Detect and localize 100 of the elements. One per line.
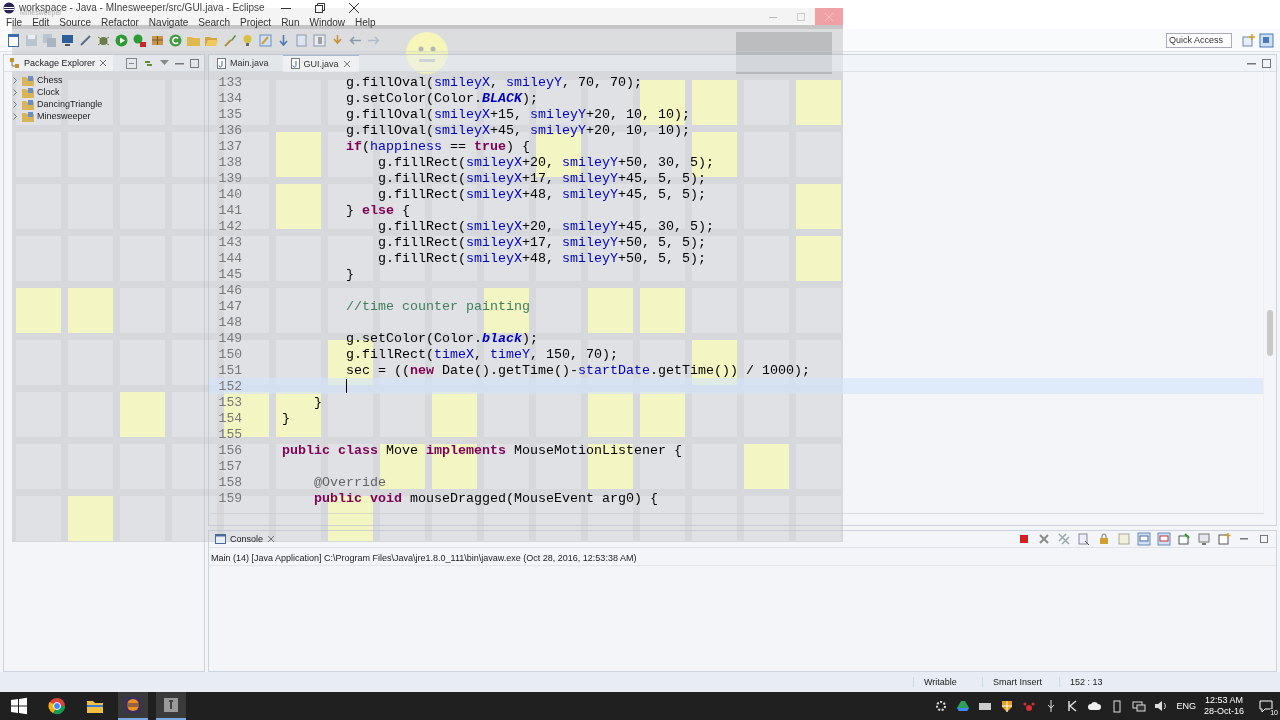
line-number: 148	[217, 314, 243, 330]
board-cell[interactable]	[796, 496, 841, 541]
board-cell[interactable]	[172, 236, 217, 281]
gear-icon[interactable]	[934, 699, 949, 713]
menu-item[interactable]: Source	[55, 16, 98, 28]
collapse-all-icon[interactable]	[126, 57, 137, 69]
package-explorer-tab[interactable]: Package Explorer	[4, 55, 114, 71]
pen-icon[interactable]	[78, 32, 93, 48]
board-cell[interactable]	[68, 496, 113, 541]
console-icon	[215, 534, 226, 544]
board-cell[interactable]	[692, 80, 737, 125]
menu-item[interactable]: Refactor	[97, 16, 145, 28]
menu-item[interactable]: File	[2, 16, 29, 28]
new-file-icon[interactable]	[6, 32, 21, 48]
view-menu-icon[interactable]	[160, 60, 169, 66]
board-cell[interactable]	[172, 340, 217, 385]
java-app-button[interactable]	[156, 692, 186, 720]
quick-access-field[interactable]: Quick Access	[1166, 32, 1232, 48]
board-cell[interactable]	[172, 132, 217, 177]
remove-icon[interactable]	[1037, 532, 1051, 546]
board-cell[interactable]	[172, 444, 217, 489]
brush-icon[interactable]	[222, 32, 237, 48]
menu-item[interactable]: Search	[194, 16, 236, 28]
arrow-down-icon[interactable]	[276, 32, 291, 48]
board-cell[interactable]	[588, 392, 633, 437]
stop-icon[interactable]	[1017, 532, 1031, 546]
console-tab[interactable]: Console	[209, 531, 282, 547]
speaker-icon[interactable]	[1154, 699, 1169, 713]
board-cell[interactable]	[16, 288, 61, 333]
scrollbar-thumb[interactable]	[1267, 310, 1273, 356]
close-icon[interactable]	[267, 535, 276, 543]
pin-console-icon[interactable]	[1177, 532, 1191, 546]
board-cell[interactable]	[120, 392, 165, 437]
menu-item[interactable]: Project	[236, 16, 278, 28]
monitor-icon[interactable]	[60, 32, 75, 48]
run-icon[interactable]	[114, 32, 129, 48]
paragraph-icon[interactable]	[312, 32, 327, 48]
board-cell[interactable]	[16, 496, 61, 541]
board-cell[interactable]	[328, 392, 373, 437]
clock-date[interactable]: 28-Oct-16	[1203, 706, 1244, 717]
board-cell[interactable]	[744, 496, 789, 541]
tree-item[interactable]: Chess	[4, 74, 204, 86]
eclipse-button[interactable]	[118, 692, 148, 720]
highlight-icon[interactable]	[258, 32, 273, 48]
tab-label: Main.java	[230, 58, 269, 68]
show-output-icon[interactable]	[1137, 532, 1151, 546]
cloud-icon[interactable]	[1088, 699, 1103, 713]
code-line: g.fillRect(smileyX+20, smileyY+45, 30, 5);	[376, 218, 714, 234]
board-cell[interactable]	[172, 80, 217, 125]
shield-icon[interactable]	[1000, 699, 1015, 713]
menu-item[interactable]: Window	[305, 16, 352, 28]
clear-console-icon[interactable]	[1077, 532, 1091, 546]
maximize-icon[interactable]	[1257, 532, 1271, 546]
board-cell[interactable]	[276, 184, 321, 229]
editor-tab[interactable]: Main.java	[209, 55, 277, 71]
board-cell[interactable]	[276, 392, 321, 437]
show-error-icon[interactable]	[1157, 532, 1171, 546]
display-console-icon[interactable]	[1197, 532, 1211, 546]
menu-item[interactable]: Navigate	[144, 16, 195, 28]
board-cell[interactable]	[692, 496, 737, 541]
close-icon[interactable]	[342, 59, 351, 68]
lock-icon[interactable]	[1097, 532, 1111, 546]
board-cell[interactable]	[796, 80, 841, 125]
board-cell[interactable]	[172, 496, 217, 541]
board-cell[interactable]	[796, 184, 841, 229]
board-cell[interactable]	[276, 132, 321, 177]
menu-item[interactable]: Edit	[28, 16, 56, 28]
board-cell[interactable]	[640, 392, 685, 437]
maximize-icon[interactable]	[190, 58, 199, 68]
tree-item[interactable]: Clock	[4, 86, 204, 98]
maximize-icon[interactable]	[1262, 58, 1271, 68]
java-perspective-icon[interactable]	[1259, 32, 1274, 48]
line-number: 144	[217, 250, 243, 266]
remove-all-icon[interactable]	[1057, 532, 1071, 546]
open-perspective-icon[interactable]	[1241, 32, 1256, 48]
tree-item[interactable]: Minesweeper	[4, 110, 204, 122]
menu-item[interactable]: Run	[277, 16, 306, 28]
project-folder-icon	[22, 110, 34, 122]
board-cell[interactable]	[640, 288, 685, 333]
editor-tab[interactable]: GUI.java	[282, 54, 359, 72]
class-icon[interactable]	[168, 32, 183, 48]
clock-time[interactable]: 12:53 AM	[1204, 695, 1243, 706]
network-icon[interactable]	[1132, 699, 1147, 713]
new-console-icon[interactable]	[1217, 532, 1231, 546]
board-cell[interactable]	[172, 184, 217, 229]
console-description: Main (14) [Java Application] C:\Program Files\Java\jre1.8.0_111\bin\javaw.exe (Oct 28, 2016, 12:53:38 AM)	[209, 548, 1276, 566]
menu-item[interactable]: Help	[351, 16, 382, 28]
drive-icon[interactable]	[956, 699, 971, 713]
board-cell[interactable]	[432, 392, 477, 437]
board-cell[interactable]	[172, 392, 217, 437]
tree-item[interactable]: DancingTriangle	[4, 98, 204, 110]
tool-run-icon[interactable]	[132, 32, 147, 48]
board-cell[interactable]	[120, 496, 165, 541]
board-cell[interactable]	[68, 288, 113, 333]
board-cell[interactable]	[588, 288, 633, 333]
language-indicator[interactable]: ENG	[1176, 701, 1196, 711]
board-cell[interactable]	[796, 236, 841, 281]
board-cell[interactable]	[744, 444, 789, 489]
board-cell[interactable]	[172, 288, 217, 333]
close-icon[interactable]	[99, 59, 108, 67]
